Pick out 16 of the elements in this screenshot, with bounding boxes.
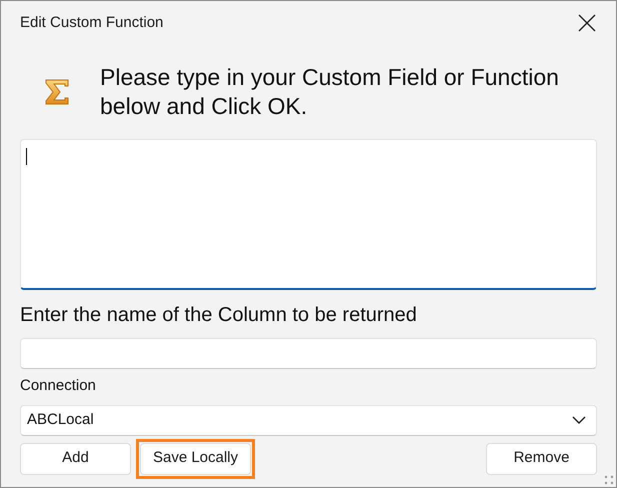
chevron-down-icon [572,416,586,424]
close-icon [578,14,596,32]
column-name-field[interactable] [20,338,597,369]
column-label: Enter the name of the Column to be returned [20,303,418,328]
function-text-area[interactable] [20,139,597,290]
action-button[interactable]: Add [20,442,131,474]
connection-label: Connection [20,376,97,396]
action-button[interactable]: Remove [486,442,597,474]
action-button[interactable]: Save Locally [140,442,251,474]
instruction-text: Please type in your Custom Field or Function below and Click OK. [100,63,560,121]
connection-dropdown[interactable]: ABCLocal [20,404,597,436]
resize-grip-icon [604,475,614,485]
close-button[interactable] [576,12,598,34]
window-title: Edit Custom Function [20,12,164,33]
sigma-icon [44,78,70,106]
text-cursor [26,148,27,165]
